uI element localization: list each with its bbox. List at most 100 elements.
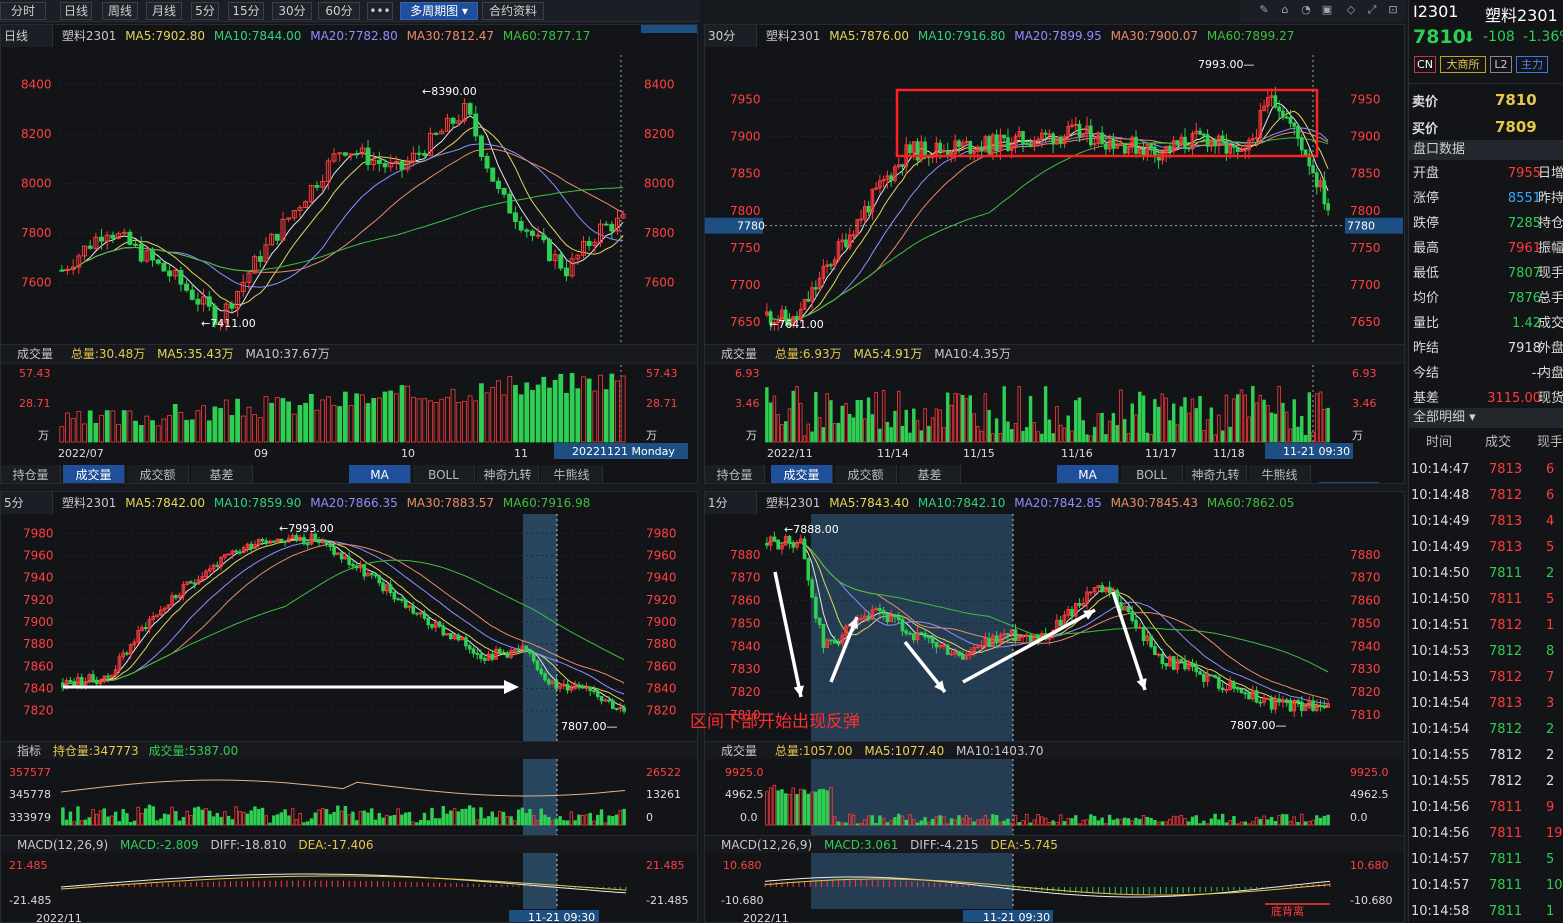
- volume-bar: [314, 409, 320, 443]
- candle-body: [1292, 122, 1297, 127]
- thirty-min-chart-canvas[interactable]: 7950 7950 7900 7900 7850 7850 7800 7800 7750 7750…: [705, 25, 1405, 484]
- tag-icon[interactable]: ◇: [1344, 3, 1358, 17]
- volume-bar: [1168, 420, 1172, 443]
- period-select[interactable]: 日线: [1, 25, 53, 47]
- tab-boll[interactable]: BOLL: [413, 465, 475, 483]
- period-tab-weekly[interactable]: 周线: [102, 2, 138, 20]
- volume-bar: [919, 430, 924, 443]
- volume-bar: [467, 395, 473, 443]
- volume-bar: [240, 415, 246, 443]
- volume-bar: [802, 435, 807, 443]
- tab-nine-turn[interactable]: 神奇九转: [1185, 465, 1247, 483]
- thirty-min-ma-header: 30分 塑料2301 MA5:7876.00 MA10:7916.80 MA20…: [705, 25, 1404, 47]
- vol-tick: 9925.0: [725, 766, 764, 779]
- volume-bar: [260, 807, 265, 826]
- price-tick-left: 7820: [23, 704, 54, 718]
- price-tick-left: 7820: [730, 685, 761, 699]
- tab-volume[interactable]: 成交量: [63, 465, 125, 483]
- volume-bar: [128, 822, 133, 826]
- volume-bar: [68, 811, 73, 826]
- volume-bar: [919, 820, 924, 826]
- tab-ma[interactable]: MA: [349, 465, 411, 483]
- candle-body: [968, 140, 973, 154]
- diff-value: DIFF:-18.810: [210, 838, 287, 852]
- tab-volume[interactable]: 成交量: [771, 465, 833, 483]
- price-tick-left: 7840: [23, 682, 54, 696]
- period-select[interactable]: 1分: [705, 492, 757, 514]
- period-select[interactable]: 30分: [705, 25, 757, 47]
- draw-icon[interactable]: ✎: [1257, 3, 1271, 17]
- tab-open-interest[interactable]: 持仓量: [1, 465, 61, 483]
- volume-bar: [1040, 433, 1044, 443]
- candle-body: [1122, 142, 1127, 154]
- volume-bar: [410, 396, 416, 443]
- five-min-chart-panel[interactable]: 7980 7980 7960 7960 7940 7940 7920 7920 7900 7900…: [0, 491, 698, 923]
- tab-turnover[interactable]: 成交额: [127, 465, 189, 483]
- tab-basis[interactable]: 基差: [899, 465, 961, 483]
- volume-bar: [291, 413, 297, 443]
- tab-boll[interactable]: BOLL: [1121, 465, 1183, 483]
- volume-bar: [795, 386, 799, 443]
- volume-bar: [91, 809, 95, 826]
- volume-bar: [59, 426, 65, 443]
- tab-open-interest[interactable]: 持仓量: [705, 465, 765, 483]
- tab-turnover[interactable]: 成交额: [835, 465, 897, 483]
- macd-value: MACD:-2.809: [119, 838, 199, 852]
- tab-nine-turn[interactable]: 神奇九转: [477, 465, 539, 483]
- volume-bar: [949, 404, 954, 443]
- volume-bar: [218, 408, 223, 443]
- all-details-dropdown[interactable]: 全部明细 ▾: [1409, 408, 1563, 428]
- home-icon[interactable]: ⌂: [1278, 3, 1292, 17]
- thirty-min-chart-panel[interactable]: 7950 7950 7900 7900 7850 7850 7800 7800 7750 7750…: [704, 24, 1405, 484]
- ma30-value: MA30:7883.57: [406, 496, 495, 510]
- tab-ma[interactable]: MA: [1057, 465, 1119, 483]
- period-tab-daily[interactable]: 日线: [60, 2, 92, 20]
- candle-body: [949, 653, 954, 656]
- candle-body: [1296, 125, 1300, 139]
- five-min-chart-canvas[interactable]: 7980 7980 7960 7960 7940 7940 7920 7920 7900 7900…: [1, 492, 698, 923]
- period-tab-30min[interactable]: 30分: [272, 2, 312, 20]
- period-select[interactable]: 5分: [1, 492, 53, 514]
- tab-basis[interactable]: 基差: [191, 465, 253, 483]
- volume-bar: [596, 814, 600, 826]
- candle-body: [1088, 591, 1093, 594]
- volume-bar: [280, 398, 286, 443]
- volume-bar: [1168, 818, 1172, 826]
- tab-bull-bear[interactable]: 牛熊线: [541, 465, 603, 483]
- volume-bar: [1119, 389, 1123, 443]
- candle-body: [851, 234, 856, 237]
- alert-icon[interactable]: ◔: [1299, 3, 1313, 17]
- period-tab-fenshi[interactable]: 分时: [0, 2, 46, 20]
- candle-body: [609, 223, 615, 232]
- candle-body: [167, 270, 173, 277]
- screenshot-icon[interactable]: ▣: [1320, 3, 1334, 17]
- volume-bar: [964, 398, 969, 443]
- period-tab-60min[interactable]: 60分: [318, 2, 360, 20]
- volume-bar: [1104, 434, 1108, 443]
- candle-body: [354, 565, 359, 569]
- period-tab-5min[interactable]: 5分: [191, 2, 219, 20]
- trade-price: 7811: [1489, 592, 1523, 607]
- candle-body: [610, 700, 615, 709]
- contract-info-button[interactable]: 合约资料: [482, 2, 544, 20]
- period-tab-monthly[interactable]: 月线: [146, 2, 182, 20]
- period-tab-15min[interactable]: 15分: [228, 2, 264, 20]
- volume-bar: [140, 813, 144, 826]
- bid-label: 买价: [1412, 122, 1439, 137]
- volume-bar: [70, 418, 76, 443]
- indicator-header: 指标 持仓量:347773 成交量:5387.00: [1, 741, 697, 759]
- stat-row: 最低 7807 现手: [1411, 262, 1563, 286]
- fullscreen-icon[interactable]: ⤢: [1365, 3, 1379, 17]
- multi-period-dropdown[interactable]: 多周期图 ▾: [400, 2, 478, 20]
- more-periods-button[interactable]: •••: [367, 2, 393, 20]
- daily-chart-panel[interactable]: 8400 8400 8200 8200 8000 8000 7800 7800 7600 7600…: [0, 24, 698, 484]
- daily-chart-canvas[interactable]: 8400 8400 8200 8200 8000 8000 7800 7800 7600 7600…: [1, 25, 698, 484]
- volume-bar: [1254, 817, 1259, 826]
- stat-secondary-label: 日增: [1538, 166, 1563, 181]
- tab-bull-bear[interactable]: 牛熊线: [1249, 465, 1311, 483]
- volume-bar: [1017, 386, 1021, 443]
- trade-time: 10:14:49: [1411, 514, 1470, 529]
- ma10-value: MA10:7844.00: [213, 29, 302, 43]
- layout-icon[interactable]: ⊡: [1386, 3, 1400, 17]
- volume-bar: [1277, 815, 1281, 826]
